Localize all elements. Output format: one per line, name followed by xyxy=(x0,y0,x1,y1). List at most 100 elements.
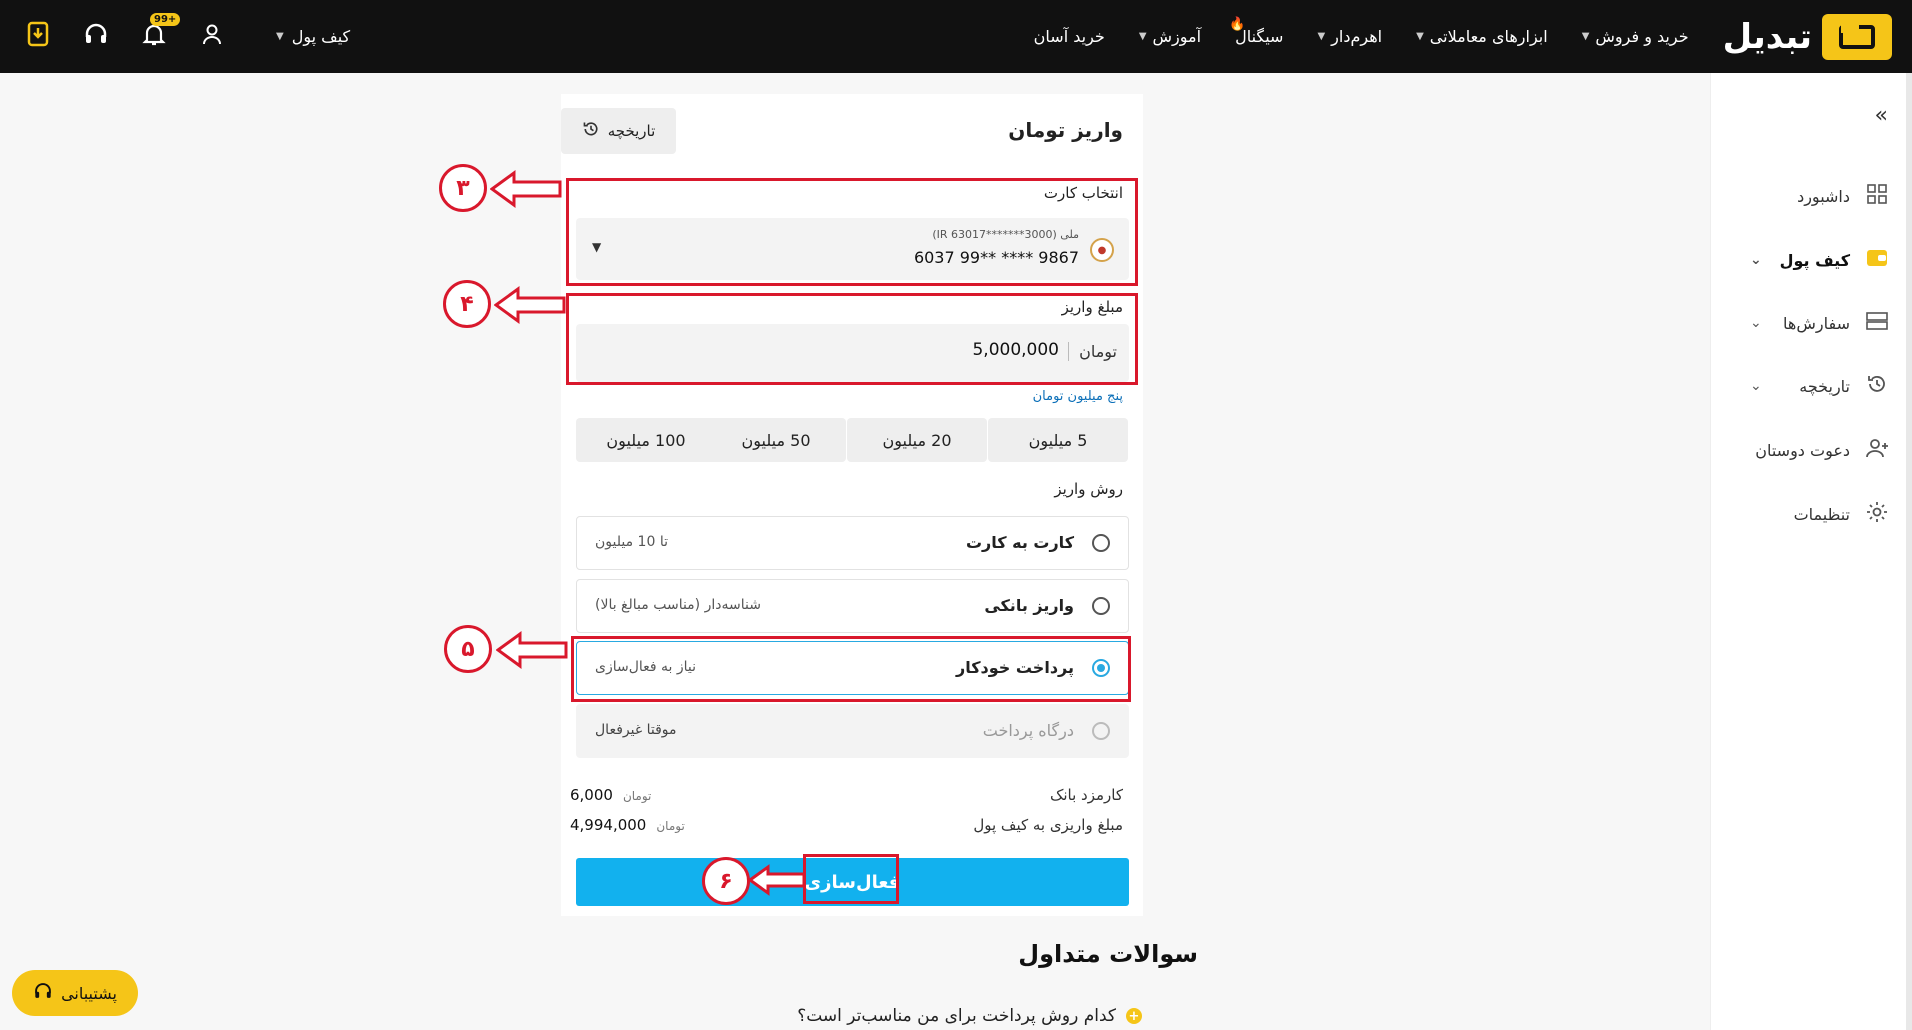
sidebar-item-label: تاریخچه xyxy=(1799,376,1850,396)
amount-in-words: پنج میلیون تومان xyxy=(1032,389,1123,404)
step-5-marker: ۵ xyxy=(444,625,492,673)
support-button-label: پشتیبانی xyxy=(61,983,117,1003)
chevron-down-icon: ▼ xyxy=(1317,31,1326,42)
wallet-menu[interactable]: کیف پول ▼ xyxy=(276,27,350,46)
method-label: روش واریز xyxy=(1054,480,1123,498)
sidebar-item-label: کیف پول xyxy=(1779,250,1850,270)
sidebar-item-history[interactable]: تاریخچه ⌄ xyxy=(1710,361,1912,411)
sidebar-item-invite[interactable]: دعوت دوستان xyxy=(1710,425,1912,475)
sidebar-item-orders[interactable]: سفارش‌ها ⌄ xyxy=(1710,298,1912,348)
highlight-amount xyxy=(566,293,1138,385)
bank-fee-label: کارمزد بانک xyxy=(1049,786,1123,804)
page-title: واریز تومان xyxy=(1008,118,1123,142)
support-button[interactable]: پشتیبانی xyxy=(12,970,138,1016)
app-download-icon[interactable] xyxy=(24,21,52,53)
bank-fee-value: 6,000 تومان xyxy=(570,786,651,804)
chevron-down-icon: ⌄ xyxy=(1750,252,1762,268)
notification-badge: 99+ xyxy=(150,12,181,26)
headset-icon[interactable] xyxy=(82,21,110,53)
step-3-marker: ۳ xyxy=(439,164,487,212)
method-note: موقتا غیرفعال xyxy=(595,722,677,738)
faq-question: کدام روش پرداخت برای من مناسب‌تر است؟ xyxy=(797,1006,1116,1026)
highlight-activate xyxy=(803,854,899,904)
method-payment-gateway: درگاه پرداخت موقتا غیرفعال xyxy=(576,704,1129,758)
sidebar-item-settings[interactable]: تنظیمات xyxy=(1710,489,1912,539)
arrow-left-icon xyxy=(748,864,806,896)
nav-leverage[interactable]: اهرم‌دار ▼ xyxy=(1317,27,1382,46)
sidebar-item-wallet[interactable]: کیف پول ⌄ xyxy=(1710,235,1912,285)
highlight-card-select xyxy=(566,178,1138,286)
sidebar-item-dashboard[interactable]: داشبورد xyxy=(1710,171,1912,221)
history-button-label: تاریخچه xyxy=(607,122,656,140)
preset-50m-button[interactable]: 50 میلیون xyxy=(706,418,846,462)
arrow-left-icon xyxy=(496,631,568,669)
sidebar-item-label: دعوت دوستان xyxy=(1755,440,1850,460)
method-note: شناسه‌دار (مناسب مبالغ بالا) xyxy=(595,597,761,613)
wallet-menu-label: کیف پول xyxy=(291,27,351,46)
fire-icon: 🔥 xyxy=(1229,17,1246,32)
chevron-down-icon: ▼ xyxy=(1416,31,1424,42)
gear-icon xyxy=(1862,501,1892,528)
arrow-left-icon xyxy=(490,170,562,208)
nav-label: اهرم‌دار xyxy=(1331,27,1383,46)
method-bank-transfer[interactable]: واریز بانکی شناسه‌دار (مناسب مبالغ بالا) xyxy=(576,579,1129,633)
chevron-down-icon: ▼ xyxy=(276,31,284,42)
plus-icon: + xyxy=(1126,1008,1142,1024)
nav-label: خرید و فروش xyxy=(1595,27,1689,46)
method-note: تا 10 میلیون xyxy=(595,534,668,550)
nav-label: ابزارهای معاملاتی xyxy=(1429,27,1548,46)
faq-item[interactable]: + کدام روش پرداخت برای من مناسب‌تر است؟ xyxy=(797,1006,1142,1026)
preset-5m-button[interactable]: 5 میلیون xyxy=(988,418,1128,462)
dashboard-icon xyxy=(1862,183,1892,209)
method-card-to-card[interactable]: کارت به کارت تا 10 میلیون xyxy=(576,516,1129,570)
deposit-amount-label: مبلغ واریزی به کیف پول xyxy=(973,816,1123,834)
wallet-icon xyxy=(1862,248,1892,273)
nav-education[interactable]: آموزش ▼ xyxy=(1139,27,1201,46)
method-name: کارت به کارت xyxy=(965,533,1074,552)
chevron-down-icon: ▼ xyxy=(1581,31,1590,42)
user-icon[interactable] xyxy=(198,22,226,52)
arrow-left-icon xyxy=(494,286,566,324)
nav-easy-buy[interactable]: خرید آسان xyxy=(1034,27,1105,46)
step-4-marker: ۴ xyxy=(443,280,491,328)
radio-button-disabled xyxy=(1092,722,1110,740)
nav-label: آموزش xyxy=(1152,27,1202,46)
radio-button[interactable] xyxy=(1092,534,1110,552)
topbar-actions: 99+ کیف پول ▼ xyxy=(24,0,350,73)
history-icon xyxy=(1862,373,1892,400)
invite-icon xyxy=(1862,437,1892,464)
highlight-auto-payment xyxy=(571,636,1131,702)
preset-100m-button[interactable]: 100 میلیون xyxy=(576,418,716,462)
brand-logo[interactable]: تبدیل xyxy=(1722,13,1892,60)
history-button[interactable]: تاریخچه xyxy=(561,108,676,154)
deposit-amount: 4,994,000 xyxy=(570,816,647,834)
logo-mark xyxy=(1822,13,1892,60)
sidebar: » داشبورد کیف پول ⌄ سفارش‌ها ⌄ تاریخچه ⌄… xyxy=(1710,73,1912,1030)
top-navbar: تبدیل خرید و فروش ▼ ابزارهای معاملاتی ▼ اه… xyxy=(0,0,1912,73)
collapse-sidebar-icon[interactable]: » xyxy=(1875,103,1888,128)
history-icon xyxy=(582,120,600,142)
scrollbar[interactable] xyxy=(1906,73,1912,1030)
orders-icon xyxy=(1862,311,1892,336)
nav-signal[interactable]: سیگنال 🔥 xyxy=(1229,17,1283,46)
step-6-marker: ۶ xyxy=(702,857,750,905)
sidebar-item-label: داشبورد xyxy=(1797,186,1850,206)
radio-button[interactable] xyxy=(1092,597,1110,615)
chevron-down-icon: ▼ xyxy=(1138,31,1147,42)
sidebar-item-label: تنظیمات xyxy=(1793,504,1850,524)
nav-buy-sell[interactable]: خرید و فروش ▼ xyxy=(1582,27,1689,46)
headset-icon xyxy=(33,981,53,1005)
nav-label: خرید آسان xyxy=(1033,27,1105,46)
chevron-down-icon: ⌄ xyxy=(1750,378,1762,394)
chevron-down-icon: ⌄ xyxy=(1750,315,1762,331)
brand-name: تبدیل xyxy=(1722,16,1812,57)
bell-icon[interactable]: 99+ xyxy=(140,12,181,53)
deposit-amount-value: 4,994,000 تومان xyxy=(570,816,685,834)
nav-trading-tools[interactable]: ابزارهای معاملاتی ▼ xyxy=(1416,27,1548,46)
sidebar-item-label: سفارش‌ها xyxy=(1783,313,1850,333)
method-name: واریز بانکی xyxy=(984,596,1074,615)
preset-20m-button[interactable]: 20 میلیون xyxy=(847,418,987,462)
deposit-unit: تومان xyxy=(656,819,685,833)
faq-title: سوالات متداول xyxy=(1018,940,1198,968)
bank-fee-unit: تومان xyxy=(622,789,652,803)
